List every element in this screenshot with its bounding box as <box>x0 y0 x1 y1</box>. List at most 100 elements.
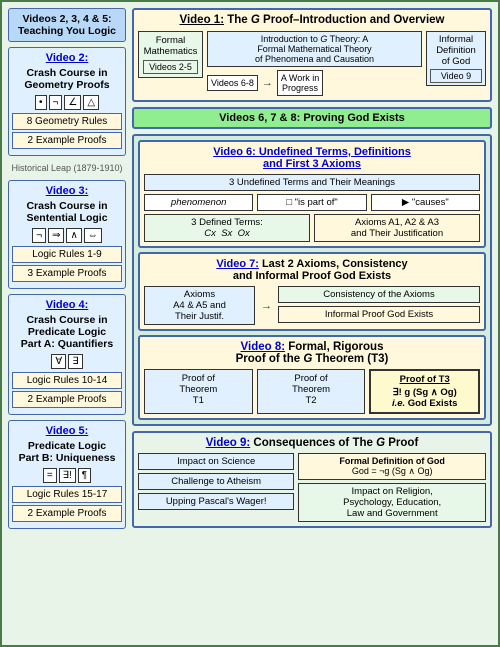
video9-num: Video 9: <box>206 437 251 449</box>
v9-formal-def: Formal Definition of God God = ¬g (Sg ∧ … <box>298 453 486 480</box>
video2-box: Video 2: Crash Course inGeometry Proofs … <box>8 47 126 156</box>
video7-title: Video 7: Last 2 Axioms, Consistencyand I… <box>144 258 480 282</box>
video7-box: Video 7: Last 2 Axioms, Consistencyand I… <box>138 252 486 331</box>
v8-t3-title: Proof of T3 <box>375 374 474 385</box>
section678-header: Videos 6, 7 & 8: Proving God Exists <box>132 107 492 129</box>
video1-mid: Introduction to G Theory: AFormal Mathem… <box>207 31 422 96</box>
video8-num: Video 8: <box>241 341 286 353</box>
v6-bottom-row: 3 Defined Terms:Cx Sx Ox Axioms A1, A2 &… <box>144 214 480 242</box>
sym-and: ∧ <box>66 228 81 243</box>
v8-t2-text: Proof ofTheoremT2 <box>292 373 330 406</box>
v7-right: Consistency of the Axioms Informal Proof… <box>278 286 480 325</box>
v678-container: Video 6: Undefined Terms, Definitionsand… <box>132 134 492 426</box>
video5-detail1: Logic Rules 15-17 <box>12 486 122 503</box>
video1-inner: Formal Mathematics Videos 2-5 Introducti… <box>138 31 486 96</box>
v8-proof-t3: Proof of T3 ∃! g (Sg ∧ Og)i.e. God Exist… <box>369 369 480 414</box>
informal-text: InformalDefinitionof God <box>430 34 482 67</box>
page-container: Videos 2, 3, 4 & 5:Teaching You Logic Vi… <box>0 0 500 647</box>
left-header: Videos 2, 3, 4 & 5:Teaching You Logic <box>8 8 126 42</box>
video7-rest: Last 2 Axioms, Consistencyand Informal P… <box>233 258 408 282</box>
video5-detail2: 2 Example Proofs <box>12 505 122 522</box>
video2-symbols: • ¬ ∠ △ <box>12 95 122 110</box>
v9-upping: Upping Pascal's Wager! <box>138 493 294 510</box>
v9-impact-rel: Impact on Religion,Psychology, Education… <box>298 483 486 522</box>
right-column: Video 1: The G Proof–Introduction and Ov… <box>132 8 492 529</box>
sym-eq5: = <box>43 468 57 483</box>
video4-detail1: Logic Rules 10-14 <box>12 372 122 389</box>
video6-title: Video 6: Undefined Terms, Definitionsand… <box>144 146 480 170</box>
video9-rest: Consequences of The G Proof <box>250 437 418 449</box>
v7-axioms-text: AxiomsA4 & A5 andTheir Justif. <box>173 289 226 322</box>
informal-box: InformalDefinitionof God Video 9 <box>426 31 486 86</box>
video1-box: Video 1: The G Proof–Introduction and Ov… <box>132 8 492 102</box>
v9-challenge: Challenge to Atheism <box>138 473 294 490</box>
left-column: Videos 2, 3, 4 & 5:Teaching You Logic Vi… <box>8 8 126 529</box>
video2-detail1: 8 Geometry Rules <box>12 113 122 130</box>
main-layout: Videos 2, 3, 4 & 5:Teaching You Logic Vi… <box>8 8 492 529</box>
v7-informal: Informal Proof God Exists <box>278 306 480 323</box>
video5-box: Video 5: Predicate LogicPart B: Uniquene… <box>8 420 126 529</box>
arrow-right-v7: → <box>261 300 272 312</box>
formal-math-box: Formal Mathematics Videos 2-5 <box>138 31 203 78</box>
video4-subtitle: Crash Course inPredicate LogicPart A: Qu… <box>12 314 122 350</box>
v8-t1-text: Proof ofTheoremT1 <box>179 373 217 406</box>
work-in-text: A Work inProgress <box>281 73 319 93</box>
v6-defined-text: 3 Defined Terms:Cx Sx Ox <box>191 217 263 239</box>
video5-subtitle: Predicate LogicPart B: Uniqueness <box>12 440 122 464</box>
v7-axioms-box: AxiomsA4 & A5 andTheir Justif. <box>144 286 255 325</box>
video1-title-rest: The G Proof–Introduction and Overview <box>224 14 444 26</box>
v6-axioms: Axioms A1, A2 & A3and Their Justificatio… <box>314 214 480 242</box>
v7-consistency: Consistency of the Axioms <box>278 286 480 303</box>
sym-neg: ¬ <box>49 95 63 110</box>
sym-imp: ⇒ <box>48 228 64 243</box>
sym-pilcrow: ¶ <box>78 468 91 483</box>
left-header-text: Videos 2, 3, 4 & 5:Teaching You Logic <box>18 13 116 37</box>
v9-formal-eq: God = ¬g (Sg ∧ Og) <box>303 466 481 477</box>
intro-box: Introduction to G Theory: AFormal Mathem… <box>207 31 422 67</box>
sym-uexists: ∃! <box>59 468 76 483</box>
v6-term-phenomenon: phenomenon <box>144 194 253 211</box>
v6-axioms-text: Axioms A1, A2 & A3and Their Justificatio… <box>351 217 443 239</box>
video4-title: Video 4: <box>12 299 122 311</box>
videos68-label: Videos 6-8 <box>207 75 258 91</box>
sym-dot: • <box>35 95 47 110</box>
video2-subtitle: Crash Course inGeometry Proofs <box>12 67 122 91</box>
video9-label: Video 9 <box>430 69 482 83</box>
video3-symbols: ¬ ⇒ ∧ ⇔ <box>12 228 122 243</box>
sym-forall: ∀ <box>51 354 66 369</box>
v6-undef-header: 3 Undefined Terms and Their Meanings <box>144 174 480 191</box>
video8-title: Video 8: Formal, RigorousProof of the G … <box>144 341 480 365</box>
v6-terms-row: phenomenon □ "is part of" ▶ "causes" <box>144 194 480 211</box>
video5-symbols: = ∃! ¶ <box>12 468 122 483</box>
sym-iff: ⇔ <box>84 228 102 243</box>
video2-title: Video 2: <box>12 52 122 64</box>
video1-num: Video 1: <box>180 14 225 26</box>
intro-text: Introduction to G Theory: AFormal Mathem… <box>255 34 374 64</box>
formal-math-label: Formal Mathematics <box>143 35 198 57</box>
v8-t3-content: ∃! g (Sg ∧ Og)i.e. God Exists <box>375 387 474 409</box>
historical-leap: Historical Leap (1879-1910) <box>8 163 126 173</box>
video1-title: Video 1: The G Proof–Introduction and Ov… <box>138 14 486 26</box>
video3-detail1: Logic Rules 1-9 <box>12 246 122 263</box>
video6-box: Video 6: Undefined Terms, Definitionsand… <box>138 140 486 248</box>
v8-proof-t1: Proof ofTheoremT1 <box>144 369 253 414</box>
video3-detail2: 3 Example Proofs <box>12 265 122 282</box>
video2-detail2: 2 Example Proofs <box>12 132 122 149</box>
video3-box: Video 3: Crash Course inSentential Logic… <box>8 180 126 289</box>
video9-box: Video 9: Consequences of The G Proof Imp… <box>132 431 492 528</box>
sym-neg3: ¬ <box>32 228 46 243</box>
v9-right: Formal Definition of God God = ¬g (Sg ∧ … <box>298 453 486 522</box>
v6-term-ispartof: □ "is part of" <box>257 194 366 211</box>
v9-left: Impact on Science Challenge to Atheism U… <box>138 453 294 522</box>
v9-inner: Impact on Science Challenge to Atheism U… <box>138 453 486 522</box>
v1-videos68-row: Videos 6-8 → A Work inProgress <box>207 70 422 96</box>
work-in-box: A Work inProgress <box>277 70 323 96</box>
v9-impact-rel-text: Impact on Religion,Psychology, Education… <box>343 486 441 519</box>
v9-formal-title: Formal Definition of God <box>303 456 481 466</box>
sym-triangle: △ <box>83 95 99 110</box>
v8-row: Proof ofTheoremT1 Proof ofTheoremT2 Proo… <box>144 369 480 414</box>
video3-title: Video 3: <box>12 185 122 197</box>
video9-title: Video 9: Consequences of The G Proof <box>138 437 486 449</box>
v9-impact-science: Impact on Science <box>138 453 294 470</box>
video8-box: Video 8: Formal, RigorousProof of the G … <box>138 335 486 420</box>
